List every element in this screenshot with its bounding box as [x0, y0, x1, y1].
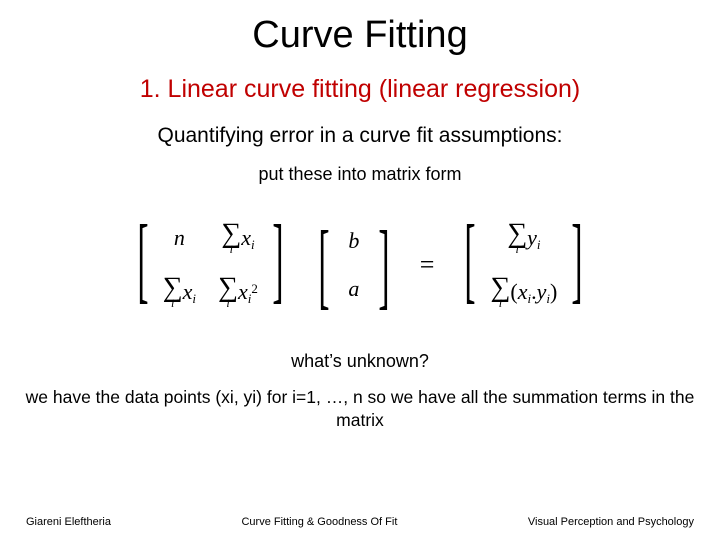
- footer: Giareni Eleftheria Curve Fitting & Goodn…: [0, 516, 720, 528]
- vec-bot: a: [344, 276, 364, 302]
- left-bracket-icon: [: [137, 211, 148, 319]
- right-bracket-icon: ]: [272, 211, 283, 319]
- slide-subtitle: 1. Linear curve fitting (linear regressi…: [0, 75, 720, 104]
- rhs2: ∑i (xi.yi): [490, 275, 557, 309]
- A22: ∑i xi2: [218, 275, 258, 309]
- matrix-A: [ n ∑i xi ∑i xi ∑i xi2 ]: [127, 211, 294, 319]
- right-bracket-icon: ]: [572, 211, 583, 319]
- footer-center: Curve Fitting & Goodness Of Fit: [241, 516, 397, 528]
- matrix-equation: [ n ∑i xi ∑i xi ∑i xi2 ] [ b a ] = [: [0, 211, 720, 319]
- vector-rhs: [ ∑i yi ∑i (xi.yi) ]: [454, 211, 593, 319]
- footer-left: Giareni Eleftheria: [26, 516, 111, 528]
- footer-right: Visual Perception and Psychology: [528, 516, 694, 528]
- left-bracket-icon: [: [318, 217, 329, 313]
- A11: n: [163, 225, 196, 251]
- A21: ∑i xi: [163, 275, 196, 309]
- rhs1: ∑i yi: [490, 221, 557, 255]
- slide-title: Curve Fitting: [0, 14, 720, 57]
- question-text: what’s unknown?: [0, 351, 720, 372]
- right-bracket-icon: ]: [378, 217, 389, 313]
- A12: ∑i xi: [218, 221, 258, 255]
- vector-ba: [ b a ]: [308, 217, 400, 313]
- assumption-line: Quantifying error in a curve fit assumpt…: [0, 124, 720, 148]
- left-bracket-icon: [: [465, 211, 476, 319]
- vec-top: b: [344, 228, 364, 254]
- equals-sign: =: [420, 250, 435, 280]
- matrix-form-line: put these into matrix form: [0, 164, 720, 185]
- explanation-text: we have the data points (xi, yi) for i=1…: [0, 386, 720, 432]
